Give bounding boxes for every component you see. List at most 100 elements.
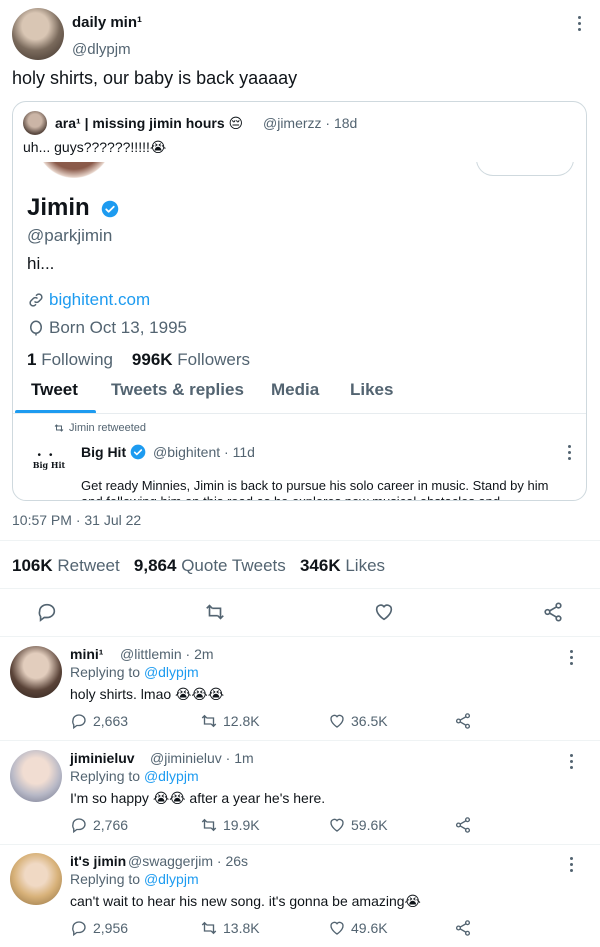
retweet-button[interactable]: 12.8K (200, 712, 260, 730)
tab-likes: Likes (350, 380, 394, 399)
like-button[interactable]: 49.6K (328, 919, 388, 937)
share-icon (454, 919, 472, 937)
like-icon (328, 816, 346, 834)
reply-button[interactable]: 2,956 (70, 919, 128, 937)
retweets-count[interactable]: 106K (12, 556, 53, 575)
reply-author-name[interactable]: mini¹ (70, 646, 103, 662)
avatar[interactable] (12, 8, 64, 60)
retweet-icon[interactable] (203, 600, 227, 624)
reply-icon (70, 816, 88, 834)
reply-author-name[interactable]: jiminieluv (70, 750, 135, 766)
profile-screenshot: Jimin @parkjimin hi... bighitent.com Bor… (13, 162, 586, 500)
bighit-logo: •​• Big Hit (32, 450, 66, 471)
reply-author-handle[interactable]: @jiminieluv · 1m (150, 750, 254, 766)
main-tweet-header: daily min¹ @dlypjm (12, 8, 588, 62)
profile-name: Jimin (27, 194, 90, 221)
replying-to: Replying to @dlypjm (70, 768, 199, 784)
profile-handle: @parkjimin (27, 226, 113, 245)
retweet-icon (200, 919, 218, 937)
author-name[interactable]: daily min¹ (72, 14, 142, 31)
reply-count: 2,956 (93, 920, 129, 936)
follow-button-peek (476, 162, 574, 176)
reply-icon (70, 712, 88, 730)
reply-tweet[interactable]: mini¹ @littlemin · 2m Replying to @dlypj… (0, 636, 600, 740)
like-icon (328, 919, 346, 937)
like-button[interactable]: 36.5K (328, 712, 388, 730)
quoted-tweet-card[interactable]: ara¹ | missing jimin hours 😔 @jimerzz · … (12, 101, 587, 501)
retweet-icon (53, 422, 65, 434)
like-count: 59.6K (351, 817, 388, 833)
avatar[interactable] (10, 853, 62, 905)
reply-actions: 2,663 12.8K 36.5K (70, 712, 490, 734)
verified-badge-icon (101, 200, 119, 218)
tab-divider (13, 413, 586, 414)
share-button[interactable] (454, 816, 472, 834)
reply-count: 2,663 (93, 713, 129, 729)
like-icon (328, 712, 346, 730)
tweet-text: holy shirts, our baby is back yaaaay (12, 68, 298, 88)
divider (0, 588, 600, 589)
reply-actions: 2,956 13.8K 49.6K (70, 919, 490, 941)
share-button[interactable] (454, 919, 472, 937)
likes-count[interactable]: 346K (300, 556, 341, 575)
replying-to-handle[interactable]: @dlypjm (144, 871, 199, 887)
reply-author-handle[interactable]: @swaggerjim · 26s (128, 853, 248, 869)
tab-tweets-replies: Tweets & replies (111, 380, 244, 399)
more-icon[interactable] (568, 857, 574, 873)
birthday-icon (27, 319, 45, 337)
reply-icon[interactable] (35, 600, 59, 624)
reply-tweet[interactable]: it's jimin @swaggerjim · 26s Replying to… (0, 843, 600, 947)
reply-author-name[interactable]: it's jimin (70, 853, 126, 869)
profile-avatar (39, 162, 109, 180)
replying-to-handle[interactable]: @dlypjm (144, 664, 199, 680)
retweeted-label: Jimin retweeted (53, 422, 146, 434)
embedded-tweet-text: Get ready Minnies, Jimin is back to purs… (81, 478, 549, 500)
share-icon (454, 712, 472, 730)
retweeted-label-text: Jimin retweeted (69, 422, 147, 434)
share-icon[interactable] (541, 600, 565, 624)
retweet-icon (200, 712, 218, 730)
reply-count: 2,766 (93, 817, 129, 833)
quoted-avatar (23, 111, 47, 135)
retweet-button[interactable]: 19.9K (200, 816, 260, 834)
tweet-actions (0, 600, 600, 628)
profile-follow-counts: 1 Following 996K Followers (27, 350, 250, 370)
reply-button[interactable]: 2,766 (70, 816, 128, 834)
retweet-icon (200, 816, 218, 834)
more-icon (566, 445, 572, 461)
author-handle[interactable]: @dlypjm (72, 41, 131, 58)
share-button[interactable] (454, 712, 472, 730)
divider (0, 540, 600, 541)
replying-to-handle[interactable]: @dlypjm (144, 768, 199, 784)
like-icon[interactable] (372, 600, 396, 624)
avatar[interactable] (10, 750, 62, 802)
profile-bio: hi... (27, 254, 55, 273)
more-icon[interactable] (568, 650, 574, 666)
retweets-label[interactable]: Retweet (57, 556, 119, 575)
followers-count: 996K (131, 350, 173, 369)
likes-label[interactable]: Likes (345, 556, 385, 575)
tab-tweet: Tweet (31, 380, 78, 399)
like-button[interactable]: 59.6K (328, 816, 388, 834)
more-icon[interactable] (568, 754, 574, 770)
replying-to: Replying to @dlypjm (70, 664, 199, 680)
reply-author-handle[interactable]: @littlemin · 2m (120, 646, 214, 662)
quotes-count[interactable]: 9,864 (134, 556, 177, 575)
like-count: 36.5K (351, 713, 388, 729)
reply-button[interactable]: 2,663 (70, 712, 128, 730)
tweet-stats: 106K Retweet 9,864 Quote Tweets 346K Lik… (12, 556, 385, 576)
tweet-timestamp[interactable]: 10:57 PM · 31 Jul 22 (12, 512, 141, 528)
share-icon (454, 816, 472, 834)
avatar[interactable] (10, 646, 62, 698)
like-count: 49.6K (351, 920, 388, 936)
reply-icon (70, 919, 88, 937)
retweet-count: 13.8K (223, 920, 260, 936)
quoted-tweet-text: uh... guys??????!!!!!😭 (23, 139, 167, 155)
profile-link-text: bighitent.com (49, 290, 151, 309)
retweet-button[interactable]: 13.8K (200, 919, 260, 937)
reply-tweet[interactable]: jiminieluv @jiminieluv · 1m Replying to … (0, 740, 600, 844)
profile-tabs: Tweet Tweets & replies Media Likes (13, 380, 586, 416)
quotes-label[interactable]: Quote Tweets (181, 556, 286, 575)
replying-to: Replying to @dlypjm (70, 871, 199, 887)
more-icon[interactable] (576, 16, 582, 32)
